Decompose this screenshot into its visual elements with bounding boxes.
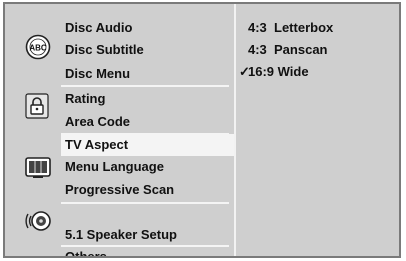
lock-icon <box>25 93 49 119</box>
option-letterbox[interactable]: 4:3 Letterbox <box>236 17 399 39</box>
setup-menu-window: ABC Disc Audio Disc Subtitle Disc Menu R… <box>3 2 401 258</box>
menu-item-others[interactable]: Others <box>61 246 229 256</box>
menu-item-progressive-scan[interactable]: Progressive Scan <box>61 179 229 201</box>
option-label: 4:3 Letterbox <box>248 20 334 35</box>
option-label: 16:9 Wide <box>248 64 309 79</box>
menu-item-speaker-setup[interactable]: 5.1 Speaker Setup <box>61 224 229 246</box>
menu-divider <box>61 85 229 87</box>
option-label: 4:3 Panscan <box>248 42 328 57</box>
disc-language-icon: ABC <box>25 34 51 60</box>
svg-text:ABC: ABC <box>29 44 47 53</box>
speaker-icon <box>25 208 51 232</box>
menu-item-tv-aspect[interactable]: TV Aspect <box>61 134 234 156</box>
menu-item-disc-menu[interactable]: Disc Menu <box>61 63 229 85</box>
menu-item-area-code[interactable]: Area Code <box>61 111 229 133</box>
category-menu: ABC Disc Audio Disc Subtitle Disc Menu R… <box>5 4 234 256</box>
tv-display-icon <box>25 157 51 181</box>
menu-item-disc-audio[interactable]: Disc Audio <box>61 17 229 39</box>
option-panscan[interactable]: 4:3 Panscan <box>236 39 399 61</box>
menu-divider <box>61 202 229 204</box>
aspect-options-panel: 4:3 Letterbox 4:3 Panscan ✓ 16:9 Wide <box>236 4 399 256</box>
menu-item-menu-language[interactable]: Menu Language <box>61 156 229 178</box>
menu-item-rating[interactable]: Rating <box>61 88 229 110</box>
menu-item-disc-subtitle[interactable]: Disc Subtitle <box>61 39 229 61</box>
option-wide[interactable]: ✓ 16:9 Wide <box>236 61 399 83</box>
